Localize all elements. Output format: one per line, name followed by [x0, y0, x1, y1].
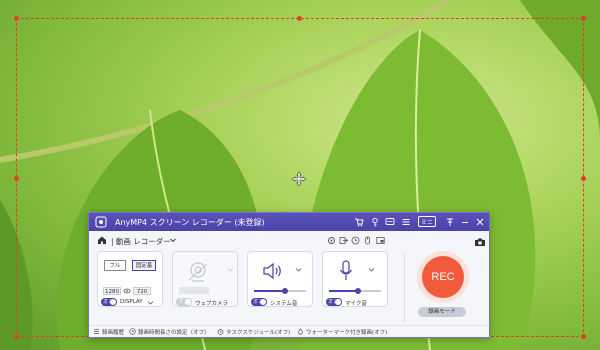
webcam-toggle[interactable]: オフ	[176, 298, 192, 306]
watermark-drop-icon	[298, 328, 303, 335]
rec-button[interactable]: REC	[422, 256, 464, 298]
list-icon	[94, 329, 99, 334]
export-icon[interactable]	[339, 236, 348, 245]
pin-icon[interactable]	[445, 217, 455, 227]
webcam-select-bar	[179, 287, 209, 294]
pip-icon[interactable]	[376, 236, 385, 245]
system-sound-volume-slider[interactable]	[254, 288, 306, 294]
width-field[interactable]: 1280	[103, 287, 121, 295]
height-field[interactable]: 720	[133, 287, 151, 295]
mic-dropdown-chevron-icon[interactable]	[368, 266, 375, 273]
timer-icon	[129, 328, 136, 335]
display-toggle[interactable]: オン	[101, 298, 117, 306]
resize-handle-tm[interactable]	[297, 16, 302, 21]
webcam-dropdown-chevron-icon[interactable]	[227, 266, 234, 273]
footer-history[interactable]: 録画履歴	[93, 328, 124, 336]
divider	[404, 253, 405, 323]
key-icon[interactable]	[370, 217, 380, 227]
system-sound-volume-fill	[254, 290, 285, 292]
system-sound-dropdown-chevron-icon[interactable]	[295, 266, 302, 273]
mic-label: マイク音	[345, 301, 367, 307]
chevron-down-icon[interactable]	[169, 236, 177, 244]
resize-handle-tr[interactable]	[581, 16, 586, 21]
mini-mode-button[interactable]: ミニ	[418, 216, 436, 227]
full-screen-button[interactable]: フル	[104, 260, 126, 271]
titlebar[interactable]: AnyMP4 スクリーン レコーダー (未登録) ミニ	[89, 213, 489, 231]
resize-handle-bl[interactable]	[14, 334, 19, 339]
resize-handle-mr[interactable]	[581, 176, 586, 181]
alarm-clock-icon	[217, 329, 224, 335]
app-title: AnyMP4 スクリーン レコーダー (未登録)	[115, 218, 265, 227]
webcam-label: ウェブカメラ	[195, 301, 229, 307]
toolbar: | 動画 レコーダー	[89, 231, 489, 249]
settings-gear-icon[interactable]	[327, 236, 336, 245]
display-label: DISPLAY	[120, 299, 143, 305]
chat-icon[interactable]	[385, 217, 395, 227]
footer-watermark-label: ウォーターマーク付き録画(オフ)	[306, 330, 388, 336]
app-logo-icon	[95, 216, 107, 228]
screenshot-camera-icon[interactable]	[474, 237, 486, 247]
mic-toggle[interactable]: オン	[326, 298, 342, 306]
recorder-window: AnyMP4 スクリーン レコーダー (未登録) ミニ | 動画 レコーダー フ…	[88, 212, 490, 338]
cart-icon[interactable]	[354, 217, 364, 227]
footer-watermark[interactable]: ウォーターマーク付き録画(オフ)	[297, 328, 387, 336]
resize-handle-br[interactable]	[581, 334, 586, 339]
microphone-icon	[340, 260, 352, 280]
footer-bar: 録画履歴 録画時間長さの設定（オフ） タスクスケジュール(オフ) ウォーターマー…	[89, 325, 489, 338]
mode-selector-label[interactable]: | 動画 レコーダー	[111, 236, 171, 247]
mic-volume-fill	[329, 290, 358, 292]
system-sound-label: システム音	[270, 301, 298, 307]
footer-duration-label: 録画時間長さの設定（オフ）	[138, 330, 210, 336]
mic-volume-knob[interactable]	[355, 288, 361, 294]
display-dropdown-chevron-icon[interactable]	[147, 299, 154, 306]
footer-duration[interactable]: 録画時間長さの設定（オフ）	[129, 328, 210, 336]
resize-handle-tl[interactable]	[14, 16, 19, 21]
mic-volume-slider[interactable]	[329, 288, 381, 294]
system-sound-toggle[interactable]: オン	[251, 298, 267, 306]
webcam-icon	[188, 262, 208, 282]
speaker-icon	[263, 262, 281, 280]
footer-history-label: 録画履歴	[102, 330, 125, 336]
system-sound-volume-knob[interactable]	[282, 288, 288, 294]
close-icon[interactable]	[475, 217, 485, 227]
menu-icon[interactable]	[401, 217, 411, 227]
resize-handle-ml[interactable]	[14, 176, 19, 181]
footer-schedule-label: タスクスケジュール(オフ)	[226, 330, 291, 336]
link-icon[interactable]	[123, 288, 131, 294]
minimize-icon[interactable]	[460, 217, 470, 227]
mouse-icon[interactable]	[363, 236, 372, 245]
recording-mode-button[interactable]: 録画モード	[418, 307, 466, 317]
clock-icon[interactable]	[351, 236, 360, 245]
custom-region-button[interactable]: 固定基	[132, 260, 156, 271]
move-icon[interactable]	[292, 172, 306, 186]
home-icon[interactable]	[97, 235, 107, 245]
footer-schedule[interactable]: タスクスケジュール(オフ)	[217, 328, 290, 336]
